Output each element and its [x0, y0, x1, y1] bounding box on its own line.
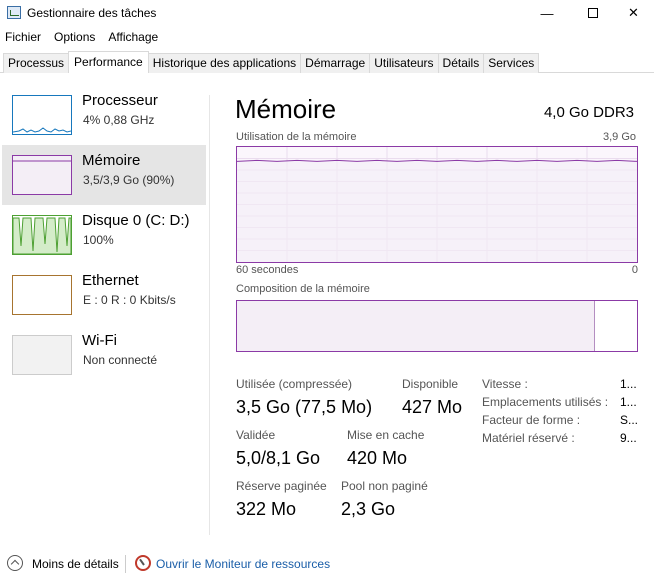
- memory-spec: 4,0 Go DDR3: [543, 104, 634, 121]
- window-title: Gestionnaire des tâches: [27, 6, 157, 20]
- performance-sidebar: Processeur 4% 0,88 GHz Mémoire 3,5/3,9 G…: [0, 85, 210, 535]
- sidebar-item-title: Mémoire: [82, 152, 141, 169]
- used-value: 3,5 Go (77,5 Mo): [236, 397, 373, 417]
- form-factor-label: Facteur de forme :: [482, 413, 581, 427]
- minimize-button[interactable]: —: [524, 0, 570, 26]
- cpu-thumbnail: [12, 95, 72, 135]
- reserved-value: 9...: [620, 431, 637, 445]
- committed-value: 5,0/8,1 Go: [236, 448, 321, 468]
- menu-options[interactable]: Options: [49, 28, 101, 46]
- sidebar-divider: [209, 95, 210, 535]
- sidebar-item-title: Wi-Fi: [82, 332, 117, 349]
- tab-processus[interactable]: Processus: [3, 53, 70, 73]
- form-factor-value: S...: [620, 413, 639, 427]
- footer-bar: Moins de détails Ouvrir le Moniteur de r…: [0, 552, 654, 578]
- chart-axis-right: 0: [631, 264, 638, 276]
- tab-services[interactable]: Services: [483, 53, 540, 73]
- slots-label: Emplacements utilisés :: [482, 395, 609, 409]
- sidebar-item-ethernet[interactable]: Ethernet E : 0 R : 0 Kbits/s: [2, 265, 206, 325]
- sidebar-item-sub: 3,5/3,9 Go (90%): [83, 173, 175, 187]
- menu-fichier[interactable]: Fichier: [0, 28, 47, 46]
- composition-used-segment: [237, 301, 595, 351]
- sidebar-item-wifi[interactable]: Wi-Fi Non connecté: [2, 325, 206, 385]
- close-button[interactable]: ✕: [613, 0, 654, 26]
- speed-label: Vitesse :: [482, 377, 528, 391]
- resource-monitor-icon: [135, 555, 151, 571]
- maximize-icon: [588, 8, 598, 18]
- tab-strip: Processus Performance Historique des app…: [3, 51, 540, 73]
- maximize-button[interactable]: [570, 0, 616, 26]
- paged-pool-value: 322 Mo: [236, 499, 297, 519]
- usage-chart-label: Utilisation de la mémoire: [236, 131, 357, 143]
- menu-affichage[interactable]: Affichage: [103, 28, 164, 46]
- reserved-label: Matériel réservé :: [482, 431, 575, 445]
- chart-axis-left: 60 secondes: [236, 264, 299, 276]
- committed-label: Validée: [236, 428, 276, 442]
- tab-details[interactable]: Détails: [437, 53, 485, 73]
- sidebar-item-sub: Non connecté: [83, 353, 158, 367]
- available-value: 427 Mo: [402, 397, 463, 417]
- cached-value: 420 Mo: [347, 448, 408, 468]
- tab-utilisateurs[interactable]: Utilisateurs: [369, 53, 439, 73]
- menu-bar: Fichier Options Affichage: [0, 28, 166, 46]
- task-manager-icon: [7, 6, 21, 19]
- sidebar-item-title: Ethernet: [82, 272, 139, 289]
- memory-thumbnail: [12, 155, 72, 195]
- usage-area: [237, 160, 637, 262]
- sidebar-item-processeur[interactable]: Processeur 4% 0,88 GHz: [2, 85, 206, 145]
- disk-thumbnail: [12, 215, 72, 255]
- slots-value: 1...: [620, 395, 637, 409]
- page-title: Mémoire: [235, 94, 337, 124]
- title-bar: Gestionnaire des tâches — ✕: [0, 0, 654, 26]
- memory-composition-bar: [236, 300, 638, 352]
- cached-label: Mise en cache: [347, 428, 425, 442]
- available-label: Disponible: [402, 377, 459, 391]
- sidebar-item-sub: 100%: [83, 233, 114, 247]
- cpu-sparkline: [13, 127, 71, 133]
- wifi-thumbnail: [12, 335, 72, 375]
- sidebar-item-title: Disque 0 (C: D:): [82, 212, 190, 229]
- open-resource-monitor-link[interactable]: Ouvrir le Moniteur de ressources: [156, 557, 330, 571]
- sidebar-item-sub: 4% 0,88 GHz: [83, 113, 155, 127]
- paged-pool-label: Réserve paginée: [236, 479, 327, 493]
- tab-historique[interactable]: Historique des applications: [147, 53, 302, 73]
- used-label: Utilisée (compressée): [236, 377, 353, 391]
- memory-usage-chart: [236, 146, 638, 263]
- disk-sparkline: [13, 217, 71, 254]
- memory-usage-graph: [236, 147, 638, 262]
- speed-value: 1...: [620, 377, 637, 391]
- footer-separator: [125, 555, 126, 573]
- memory-sparkline: [13, 160, 71, 162]
- chevron-up-icon[interactable]: [7, 555, 23, 571]
- tab-demarrage[interactable]: Démarrage: [300, 53, 371, 73]
- tab-performance[interactable]: Performance: [68, 51, 149, 73]
- sidebar-item-memoire[interactable]: Mémoire 3,5/3,9 Go (90%): [2, 145, 206, 205]
- usage-chart-max: 3,9 Go: [602, 131, 636, 143]
- nonpaged-pool-label: Pool non paginé: [341, 479, 428, 493]
- sidebar-item-sub: E : 0 R : 0 Kbits/s: [83, 293, 176, 307]
- sidebar-item-title: Processeur: [82, 92, 158, 109]
- sidebar-item-disque[interactable]: Disque 0 (C: D:) 100%: [2, 205, 206, 265]
- nonpaged-pool-value: 2,3 Go: [341, 499, 396, 519]
- ethernet-thumbnail: [12, 275, 72, 315]
- fewer-details-button[interactable]: Moins de détails: [32, 557, 119, 571]
- composition-label: Composition de la mémoire: [236, 283, 370, 295]
